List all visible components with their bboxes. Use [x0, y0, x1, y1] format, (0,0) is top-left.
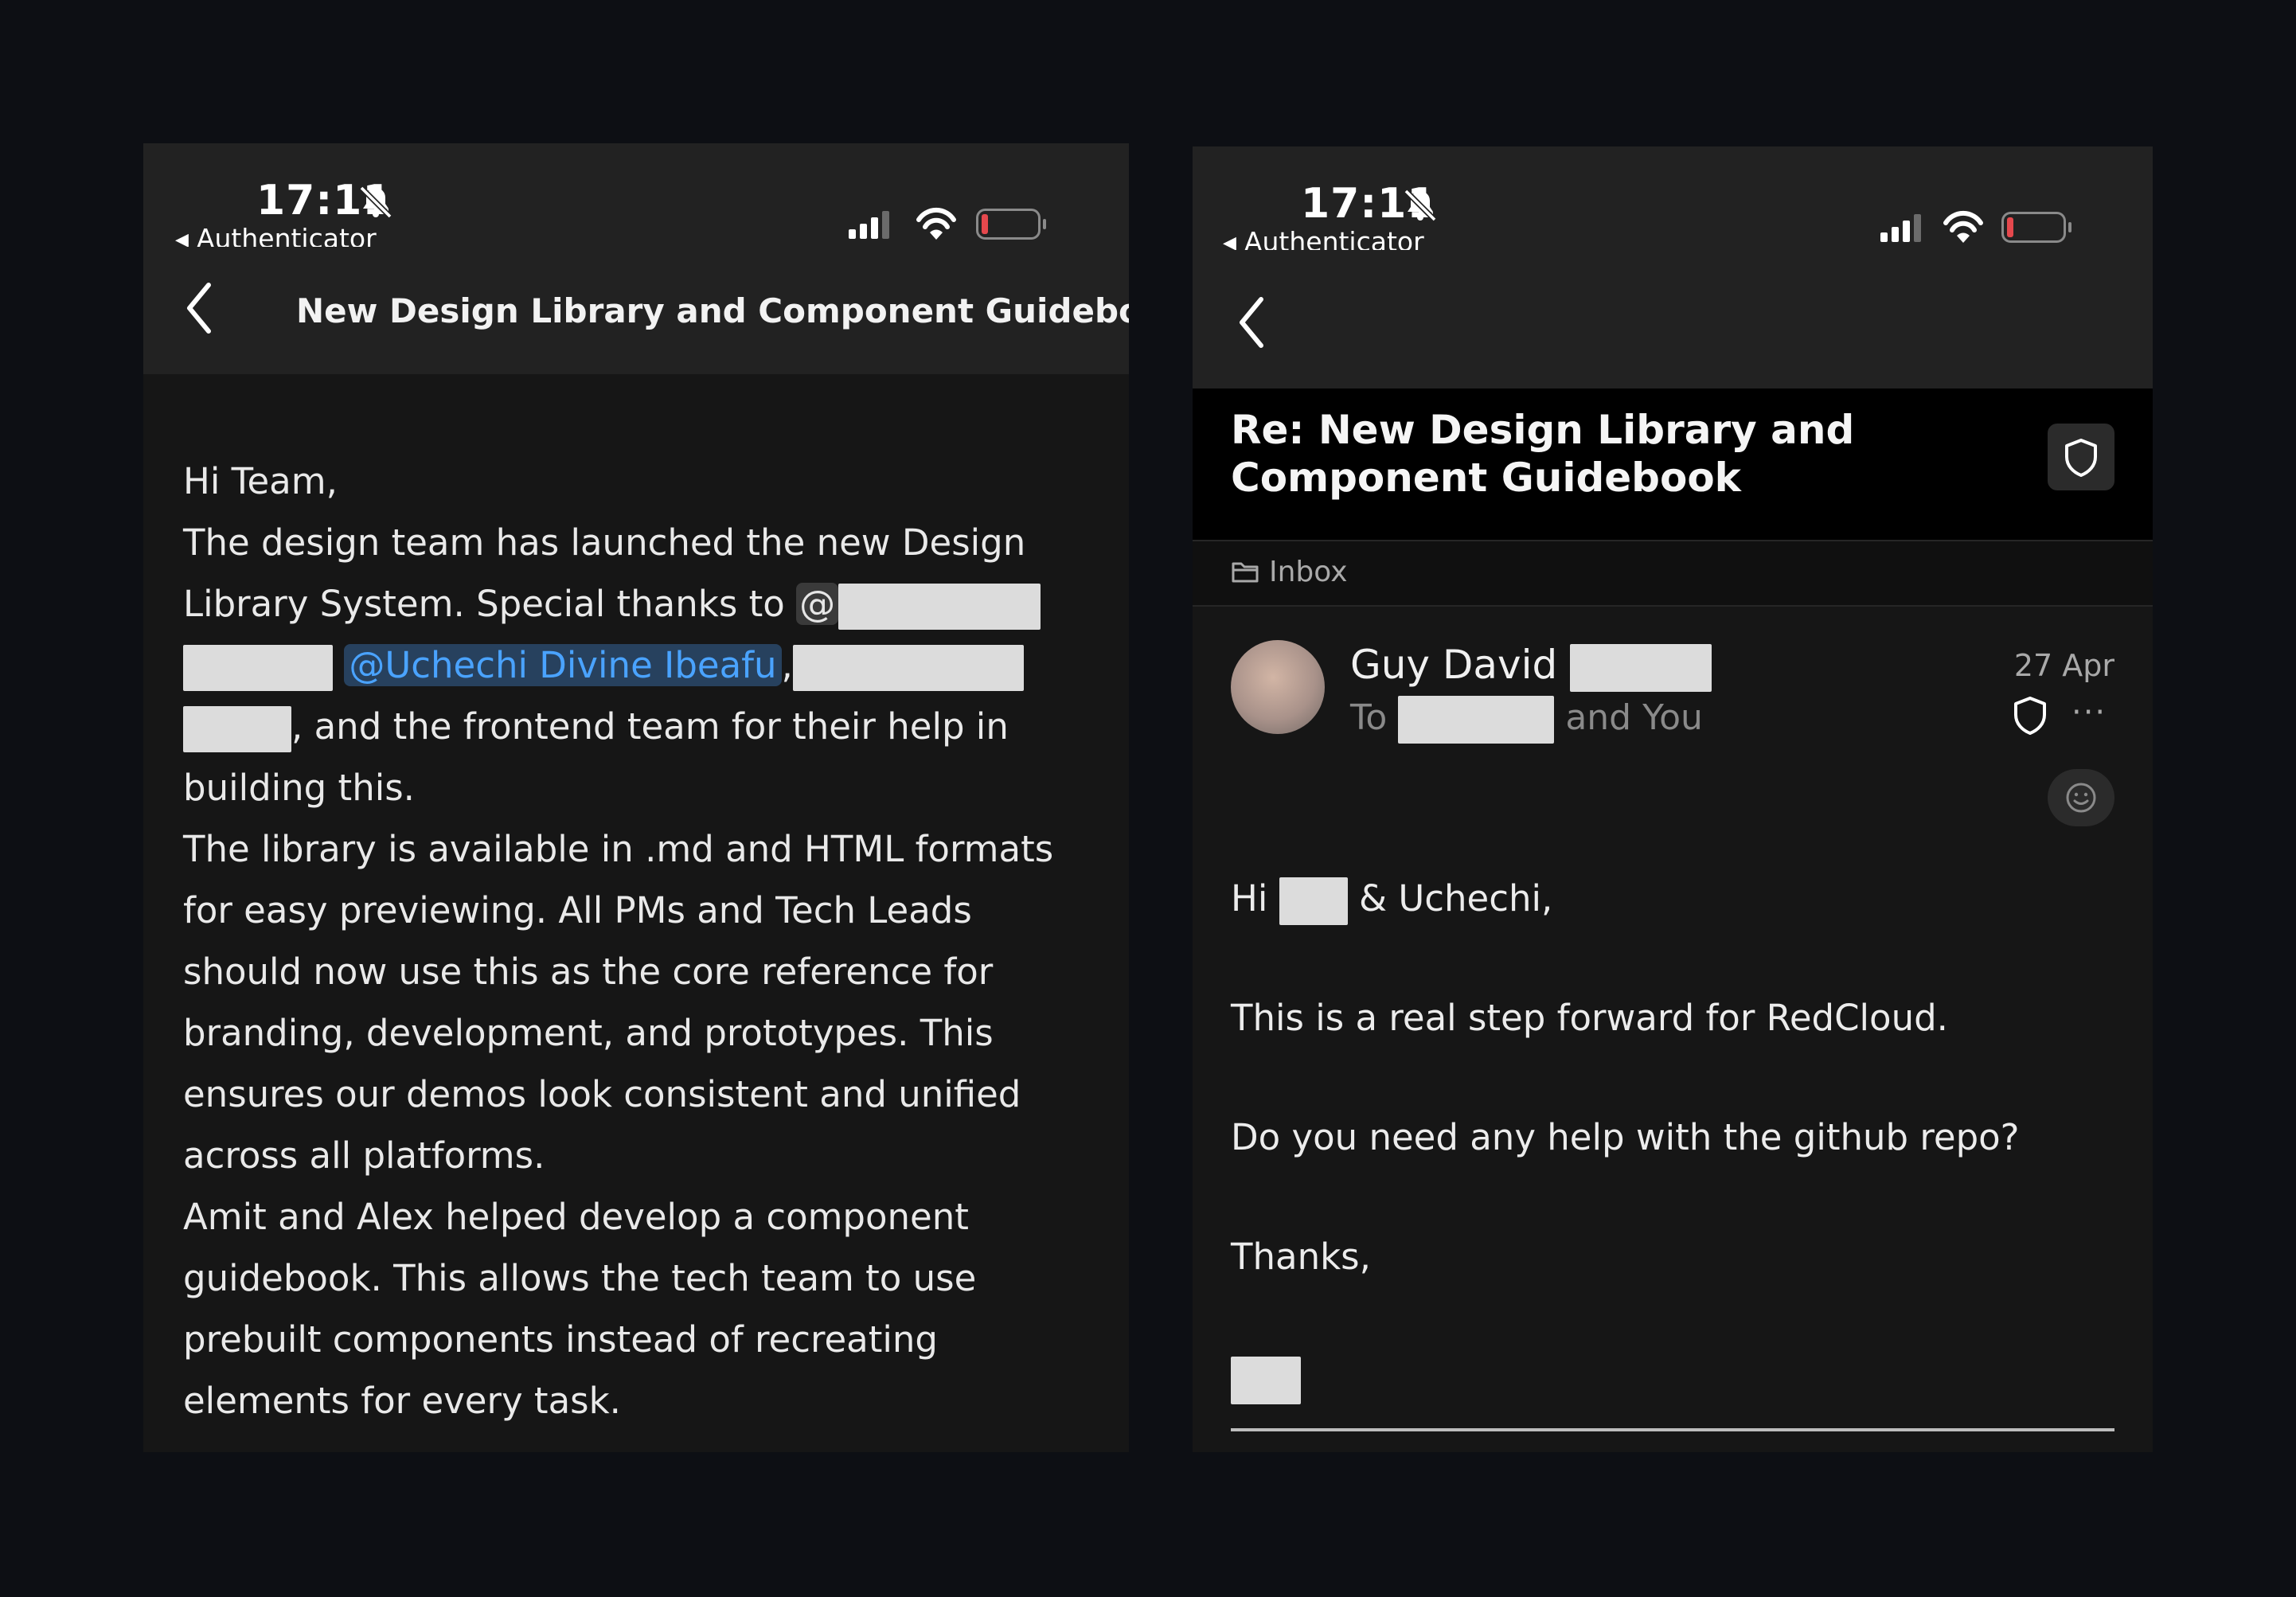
folder-name: Inbox [1269, 556, 1348, 588]
reply-signoff: Thanks, [1231, 1236, 1371, 1278]
reply-line: Do you need any help with the github rep… [1231, 1116, 2020, 1158]
battery-low-icon [2001, 212, 2071, 243]
folder-label-bar[interactable]: Inbox [1193, 540, 2153, 607]
phone-right-email-view: 17:11 ◀ Authenticator Re: New Design Lib… [1193, 146, 2153, 1452]
redacted-name [1570, 643, 1712, 692]
mention-chip[interactable]: @ [796, 583, 839, 625]
security-shield-button[interactable] [2048, 424, 2114, 490]
status-bar: 17:11 ◀ Authenticator [1193, 146, 2153, 257]
back-chevron-icon[interactable] [1237, 296, 1266, 349]
wifi-icon [916, 207, 956, 240]
shield-icon[interactable] [2013, 696, 2048, 736]
cellular-signal-icon [849, 211, 889, 239]
more-options-icon[interactable]: ··· [2071, 694, 2107, 731]
phone-left-email-view: 17:11 ◀ Authenticator New Design Library… [143, 143, 1129, 1452]
reaction-button[interactable] [2048, 769, 2114, 826]
back-chevron-icon[interactable] [185, 282, 213, 334]
folder-icon [1232, 562, 1259, 583]
subject-header: Re: New Design Library and Component Gui… [1193, 389, 2153, 540]
paragraph-thanks: The design team has launched the new Des… [183, 512, 1099, 818]
email-subject-title: Re: New Design Library and Component Gui… [1231, 407, 1855, 501]
email-date: 27 Apr [2013, 648, 2114, 683]
reply-line: This is a real step forward for RedCloud… [1231, 997, 1948, 1039]
mention-uchechi[interactable]: @Uchechi Divine Ibeafu [344, 644, 782, 686]
recipients-line[interactable]: To and You [1350, 696, 1703, 744]
paragraph-formats: The library is available in .md and HTML… [183, 828, 1054, 1177]
redacted-signature [1231, 1357, 1301, 1404]
email-body: Hi Team, The design team has launched th… [183, 451, 1099, 1431]
bell-slash-icon [359, 185, 392, 219]
wifi-icon [1943, 210, 1983, 243]
email-navbar [1193, 250, 2153, 389]
redacted-name [1279, 877, 1348, 925]
email-navbar: New Design Library and Component Guidebo… [143, 247, 1129, 374]
redacted-name [838, 584, 1041, 630]
redacted-name [792, 645, 1024, 691]
redacted-name [183, 706, 291, 752]
system-status-icons [849, 207, 1046, 240]
greeting-text: Hi Team, [183, 460, 338, 502]
cellular-signal-icon [1880, 214, 1921, 242]
redacted-name [1398, 696, 1555, 744]
paragraph-guidebook: Amit and Alex helped develop a component… [183, 1196, 977, 1422]
shield-icon [2065, 439, 2097, 477]
quoted-divider [1231, 1428, 2114, 1431]
battery-low-icon [976, 209, 1046, 240]
status-bar: 17:11 ◀ Authenticator [143, 143, 1129, 254]
sender-avatar[interactable] [1231, 640, 1325, 734]
sender-name[interactable]: Guy David [1350, 642, 1712, 692]
email-subject-title: New Design Library and Component Guidebo… [296, 291, 1129, 330]
reply-greeting: Hi & Uchechi, [1231, 877, 1552, 925]
smiley-icon [2066, 783, 2096, 813]
system-status-icons [1880, 210, 2071, 243]
bell-slash-icon [1404, 189, 1437, 222]
redacted-name [183, 645, 333, 691]
cut-off-link[interactable] [183, 1430, 1099, 1452]
